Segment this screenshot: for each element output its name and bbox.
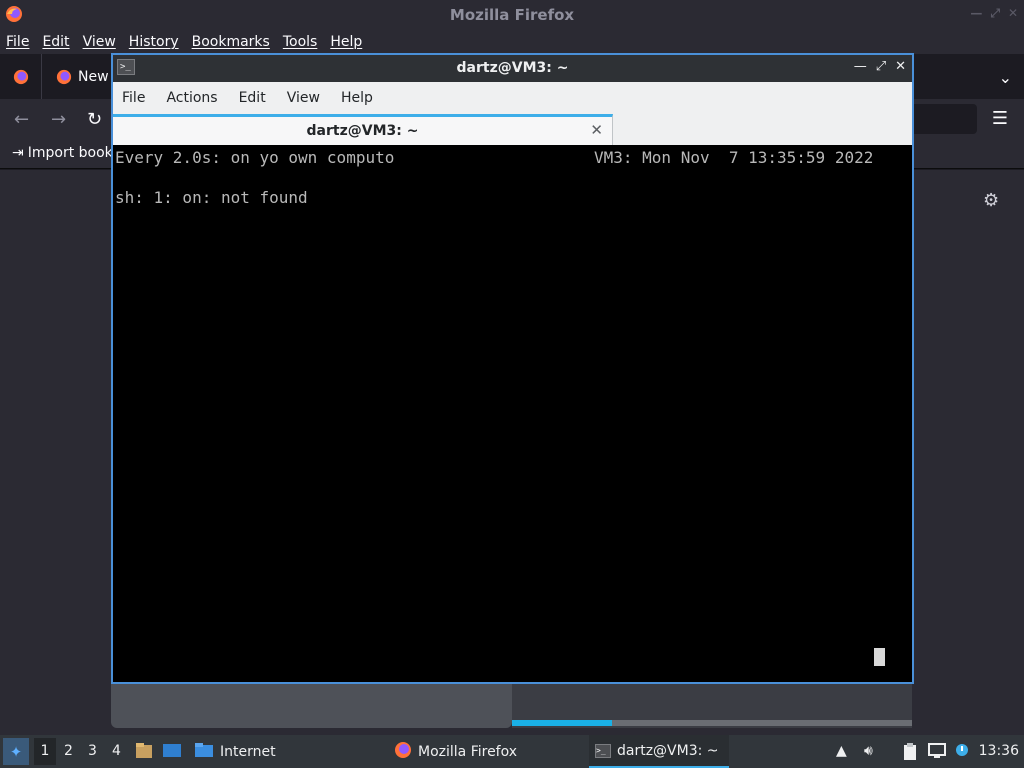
volume-icon[interactable]: 🔊︎	[864, 743, 873, 759]
clipboard-icon[interactable]	[902, 743, 918, 765]
window-shadow-left	[111, 684, 512, 728]
menu-history[interactable]: History	[129, 34, 179, 50]
firefox-tab-icon	[13, 69, 29, 85]
forward-arrow-icon[interactable]: →	[51, 109, 66, 130]
close-icon[interactable]: ✕	[1008, 6, 1018, 21]
gear-icon[interactable]: ⚙	[983, 190, 999, 211]
terminal-titlebar: >_ dartz@VM3: ~ — ⤢ ✕	[113, 55, 912, 82]
desktop-1[interactable]: 1	[34, 738, 56, 765]
desktop-4[interactable]: 4	[112, 743, 121, 759]
firefox-task-icon	[394, 741, 412, 763]
reload-icon[interactable]: ↻	[87, 109, 102, 130]
maximize-icon[interactable]: ⤢	[876, 59, 886, 74]
tab-label: New	[78, 69, 109, 85]
notification-icon[interactable]	[954, 743, 970, 763]
terminal-screen[interactable]: Every 2.0s: on yo own computo VM3: Mon N…	[113, 145, 912, 682]
firefox-menubar: File Edit View History Bookmarks Tools H…	[0, 29, 1024, 54]
close-icon[interactable]: ✕	[895, 59, 906, 74]
import-icon: ⇥	[12, 145, 24, 161]
firefox-titlebar: Mozilla Firefox — ⤢ ✕	[0, 0, 1024, 29]
watch-header-right: VM3: Mon Nov 7 13:35:59 2022	[594, 148, 874, 167]
minimize-icon[interactable]: —	[970, 6, 982, 21]
pinned-tab[interactable]	[0, 54, 42, 99]
back-arrow-icon[interactable]: ←	[14, 109, 29, 130]
term-menu-file[interactable]: File	[122, 90, 145, 106]
menu-help[interactable]: Help	[330, 34, 362, 50]
show-desktop-icon[interactable]	[162, 742, 182, 760]
file-manager-icon[interactable]	[134, 742, 154, 760]
desktop-2[interactable]: 2	[64, 743, 73, 759]
firefox-window-title: Mozilla Firefox	[449, 6, 575, 24]
import-bookmarks-button[interactable]: ⇥ Import book	[12, 145, 113, 161]
terminal-window-title: dartz@VM3: ~	[456, 60, 569, 76]
terminal-task-icon: >_	[595, 743, 611, 758]
list-all-tabs-chevron-icon[interactable]: ⌄	[999, 68, 1012, 87]
import-bookmarks-label: Import book	[27, 145, 113, 161]
firefox-tab-icon	[56, 69, 72, 85]
minimize-icon[interactable]: —	[854, 59, 867, 74]
internet-launcher-label: Internet	[220, 743, 276, 760]
terminal-tabbar: dartz@VM3: ~ ✕	[113, 113, 912, 145]
task-mozilla-firefox[interactable]: Mozilla Firefox	[394, 735, 517, 768]
close-tab-icon[interactable]: ✕	[590, 121, 603, 139]
maximize-icon[interactable]: ⤢	[990, 6, 1000, 21]
desktop-3[interactable]: 3	[88, 743, 97, 759]
terminal-cursor	[874, 648, 885, 666]
taskbar: ✦ 1 2 3 4 Internet Mozilla Firefox >_ da…	[0, 735, 1024, 768]
task-terminal[interactable]: >_ dartz@VM3: ~	[589, 735, 729, 768]
term-menu-view[interactable]: View	[287, 90, 320, 106]
menu-view[interactable]: View	[83, 34, 116, 50]
task-label-firefox: Mozilla Firefox	[418, 743, 518, 760]
watch-header-left: Every 2.0s: on yo own computo	[115, 148, 395, 167]
start-menu-icon[interactable]: ✦	[3, 738, 29, 765]
menu-tools[interactable]: Tools	[283, 34, 318, 50]
task-label-terminal: dartz@VM3: ~	[617, 742, 719, 759]
url-bar[interactable]	[905, 104, 977, 134]
system-tray-arrow-icon[interactable]: ▲	[836, 743, 847, 759]
internet-launcher[interactable]: Internet	[194, 735, 276, 768]
menu-file[interactable]: File	[6, 34, 29, 50]
term-menu-actions[interactable]: Actions	[166, 90, 217, 106]
terminal-tab-label: dartz@VM3: ~	[306, 123, 419, 139]
menu-bookmarks[interactable]: Bookmarks	[192, 34, 270, 50]
terminal-menubar: File Actions Edit View Help	[113, 82, 912, 113]
menu-edit[interactable]: Edit	[42, 34, 69, 50]
network-icon[interactable]	[928, 743, 946, 763]
hamburger-menu-icon[interactable]: ☰	[992, 108, 1008, 129]
folder-icon	[194, 742, 214, 762]
command-output: sh: 1: on: not found	[115, 188, 308, 207]
term-menu-help[interactable]: Help	[341, 90, 373, 106]
progress-indicator-track	[612, 720, 912, 726]
progress-indicator	[512, 720, 612, 726]
term-menu-edit[interactable]: Edit	[239, 90, 266, 106]
clock[interactable]: 13:36	[979, 743, 1019, 759]
tab-new-tab[interactable]: New	[50, 60, 120, 94]
terminal-tab[interactable]: dartz@VM3: ~ ✕	[113, 114, 613, 145]
terminal-window: >_ dartz@VM3: ~ — ⤢ ✕ File Actions Edit …	[111, 53, 914, 684]
